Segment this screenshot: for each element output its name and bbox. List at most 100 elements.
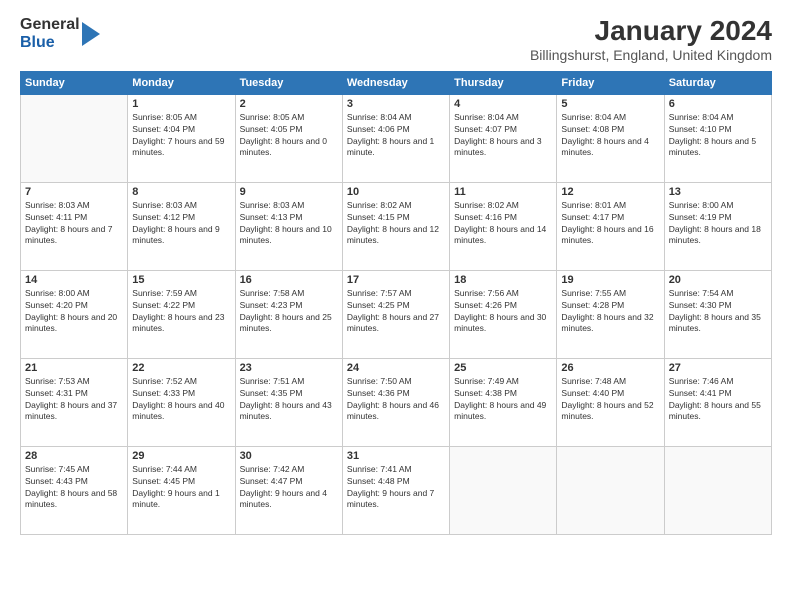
- day-number: 12: [561, 186, 659, 198]
- day-number: 10: [347, 186, 445, 198]
- day-number: 30: [240, 450, 338, 462]
- table-row: 9 Sunrise: 8:03 AMSunset: 4:13 PMDaylight…: [235, 182, 342, 270]
- day-number: 8: [132, 186, 230, 198]
- day-info: Sunrise: 8:04 AMSunset: 4:10 PMDaylight:…: [669, 112, 767, 160]
- day-info: Sunrise: 8:03 AMSunset: 4:13 PMDaylight:…: [240, 200, 338, 248]
- calendar-week-row: 28 Sunrise: 7:45 AMSunset: 4:43 PMDayligh…: [21, 446, 772, 534]
- month-title: January 2024: [530, 16, 772, 47]
- table-row: 2 Sunrise: 8:05 AMSunset: 4:05 PMDaylight…: [235, 94, 342, 182]
- header-saturday: Saturday: [664, 71, 771, 94]
- table-row: 18 Sunrise: 7:56 AMSunset: 4:26 PMDayligh…: [450, 270, 557, 358]
- logo: General Blue: [20, 16, 100, 51]
- day-info: Sunrise: 8:00 AMSunset: 4:19 PMDaylight:…: [669, 200, 767, 248]
- day-info: Sunrise: 7:56 AMSunset: 4:26 PMDaylight:…: [454, 288, 552, 336]
- header-sunday: Sunday: [21, 71, 128, 94]
- day-info: Sunrise: 7:42 AMSunset: 4:47 PMDaylight:…: [240, 464, 338, 512]
- header-friday: Friday: [557, 71, 664, 94]
- day-info: Sunrise: 7:53 AMSunset: 4:31 PMDaylight:…: [25, 376, 123, 424]
- day-info: Sunrise: 8:04 AMSunset: 4:06 PMDaylight:…: [347, 112, 445, 160]
- day-number: 4: [454, 98, 552, 110]
- day-info: Sunrise: 7:44 AMSunset: 4:45 PMDaylight:…: [132, 464, 230, 512]
- table-row: 30 Sunrise: 7:42 AMSunset: 4:47 PMDayligh…: [235, 446, 342, 534]
- day-number: 25: [454, 362, 552, 374]
- table-row: 19Sunrise: 7:55 AMSunset: 4:28 PMDayligh…: [557, 270, 664, 358]
- day-info: Sunrise: 7:45 AMSunset: 4:43 PMDaylight:…: [25, 464, 123, 512]
- table-row: 31Sunrise: 7:41 AMSunset: 4:48 PMDayligh…: [342, 446, 449, 534]
- table-row: 24 Sunrise: 7:50 AMSunset: 4:36 PMDayligh…: [342, 358, 449, 446]
- table-row: 4Sunrise: 8:04 AMSunset: 4:07 PMDaylight…: [450, 94, 557, 182]
- day-number: 19: [561, 274, 659, 286]
- logo-general: General: [20, 16, 80, 34]
- day-info: Sunrise: 8:00 AMSunset: 4:20 PMDaylight:…: [25, 288, 123, 336]
- table-row: 11 Sunrise: 8:02 AMSunset: 4:16 PMDayligh…: [450, 182, 557, 270]
- day-info: Sunrise: 7:51 AMSunset: 4:35 PMDaylight:…: [240, 376, 338, 424]
- calendar-week-row: 7 Sunrise: 8:03 AMSunset: 4:11 PMDaylight…: [21, 182, 772, 270]
- table-row: 21 Sunrise: 7:53 AMSunset: 4:31 PMDayligh…: [21, 358, 128, 446]
- day-number: 7: [25, 186, 123, 198]
- day-number: 27: [669, 362, 767, 374]
- day-number: 23: [240, 362, 338, 374]
- table-row: [664, 446, 771, 534]
- table-row: 1 Sunrise: 8:05 AMSunset: 4:04 PMDaylight…: [128, 94, 235, 182]
- table-row: 27Sunrise: 7:46 AMSunset: 4:41 PMDayligh…: [664, 358, 771, 446]
- table-row: 22Sunrise: 7:52 AMSunset: 4:33 PMDayligh…: [128, 358, 235, 446]
- weekday-header-row: Sunday Monday Tuesday Wednesday Thursday…: [21, 71, 772, 94]
- day-number: 5: [561, 98, 659, 110]
- day-number: 24: [347, 362, 445, 374]
- day-number: 18: [454, 274, 552, 286]
- day-info: Sunrise: 7:41 AMSunset: 4:48 PMDaylight:…: [347, 464, 445, 512]
- day-number: 28: [25, 450, 123, 462]
- day-number: 15: [132, 274, 230, 286]
- table-row: 23 Sunrise: 7:51 AMSunset: 4:35 PMDayligh…: [235, 358, 342, 446]
- header-tuesday: Tuesday: [235, 71, 342, 94]
- table-row: 12 Sunrise: 8:01 AMSunset: 4:17 PMDayligh…: [557, 182, 664, 270]
- table-row: 6 Sunrise: 8:04 AMSunset: 4:10 PMDaylight…: [664, 94, 771, 182]
- day-number: 13: [669, 186, 767, 198]
- day-info: Sunrise: 8:02 AMSunset: 4:16 PMDaylight:…: [454, 200, 552, 248]
- day-info: Sunrise: 7:49 AMSunset: 4:38 PMDaylight:…: [454, 376, 552, 424]
- table-row: [450, 446, 557, 534]
- day-info: Sunrise: 8:03 AMSunset: 4:11 PMDaylight:…: [25, 200, 123, 248]
- day-number: 14: [25, 274, 123, 286]
- calendar-week-row: 14 Sunrise: 8:00 AMSunset: 4:20 PMDayligh…: [21, 270, 772, 358]
- logo-icon: [82, 22, 100, 46]
- day-info: Sunrise: 8:03 AMSunset: 4:12 PMDaylight:…: [132, 200, 230, 248]
- table-row: 15 Sunrise: 7:59 AMSunset: 4:22 PMDayligh…: [128, 270, 235, 358]
- table-row: 5Sunrise: 8:04 AMSunset: 4:08 PMDaylight…: [557, 94, 664, 182]
- day-info: Sunrise: 8:02 AMSunset: 4:15 PMDaylight:…: [347, 200, 445, 248]
- table-row: 8 Sunrise: 8:03 AMSunset: 4:12 PMDaylight…: [128, 182, 235, 270]
- day-number: 17: [347, 274, 445, 286]
- day-number: 6: [669, 98, 767, 110]
- table-row: 29 Sunrise: 7:44 AMSunset: 4:45 PMDayligh…: [128, 446, 235, 534]
- day-number: 9: [240, 186, 338, 198]
- day-number: 11: [454, 186, 552, 198]
- logo-blue: Blue: [20, 34, 80, 52]
- day-number: 16: [240, 274, 338, 286]
- day-info: Sunrise: 7:50 AMSunset: 4:36 PMDaylight:…: [347, 376, 445, 424]
- logo-text: General Blue: [20, 16, 80, 51]
- day-info: Sunrise: 8:01 AMSunset: 4:17 PMDaylight:…: [561, 200, 659, 248]
- day-info: Sunrise: 8:05 AMSunset: 4:05 PMDaylight:…: [240, 112, 338, 160]
- table-row: [557, 446, 664, 534]
- table-row: [21, 94, 128, 182]
- location: Billingshurst, England, United Kingdom: [530, 47, 772, 63]
- day-info: Sunrise: 7:52 AMSunset: 4:33 PMDaylight:…: [132, 376, 230, 424]
- table-row: 26Sunrise: 7:48 AMSunset: 4:40 PMDayligh…: [557, 358, 664, 446]
- table-row: 7 Sunrise: 8:03 AMSunset: 4:11 PMDaylight…: [21, 182, 128, 270]
- day-number: 1: [132, 98, 230, 110]
- day-number: 2: [240, 98, 338, 110]
- day-number: 21: [25, 362, 123, 374]
- day-info: Sunrise: 7:59 AMSunset: 4:22 PMDaylight:…: [132, 288, 230, 336]
- table-row: 25 Sunrise: 7:49 AMSunset: 4:38 PMDayligh…: [450, 358, 557, 446]
- table-row: 16 Sunrise: 7:58 AMSunset: 4:23 PMDayligh…: [235, 270, 342, 358]
- day-info: Sunrise: 7:58 AMSunset: 4:23 PMDaylight:…: [240, 288, 338, 336]
- day-info: Sunrise: 7:57 AMSunset: 4:25 PMDaylight:…: [347, 288, 445, 336]
- table-row: 13 Sunrise: 8:00 AMSunset: 4:19 PMDayligh…: [664, 182, 771, 270]
- calendar-week-row: 21 Sunrise: 7:53 AMSunset: 4:31 PMDayligh…: [21, 358, 772, 446]
- table-row: 17 Sunrise: 7:57 AMSunset: 4:25 PMDayligh…: [342, 270, 449, 358]
- calendar-table: Sunday Monday Tuesday Wednesday Thursday…: [20, 71, 772, 535]
- day-info: Sunrise: 8:05 AMSunset: 4:04 PMDaylight:…: [132, 112, 230, 160]
- day-number: 26: [561, 362, 659, 374]
- table-row: 3Sunrise: 8:04 AMSunset: 4:06 PMDaylight…: [342, 94, 449, 182]
- day-number: 29: [132, 450, 230, 462]
